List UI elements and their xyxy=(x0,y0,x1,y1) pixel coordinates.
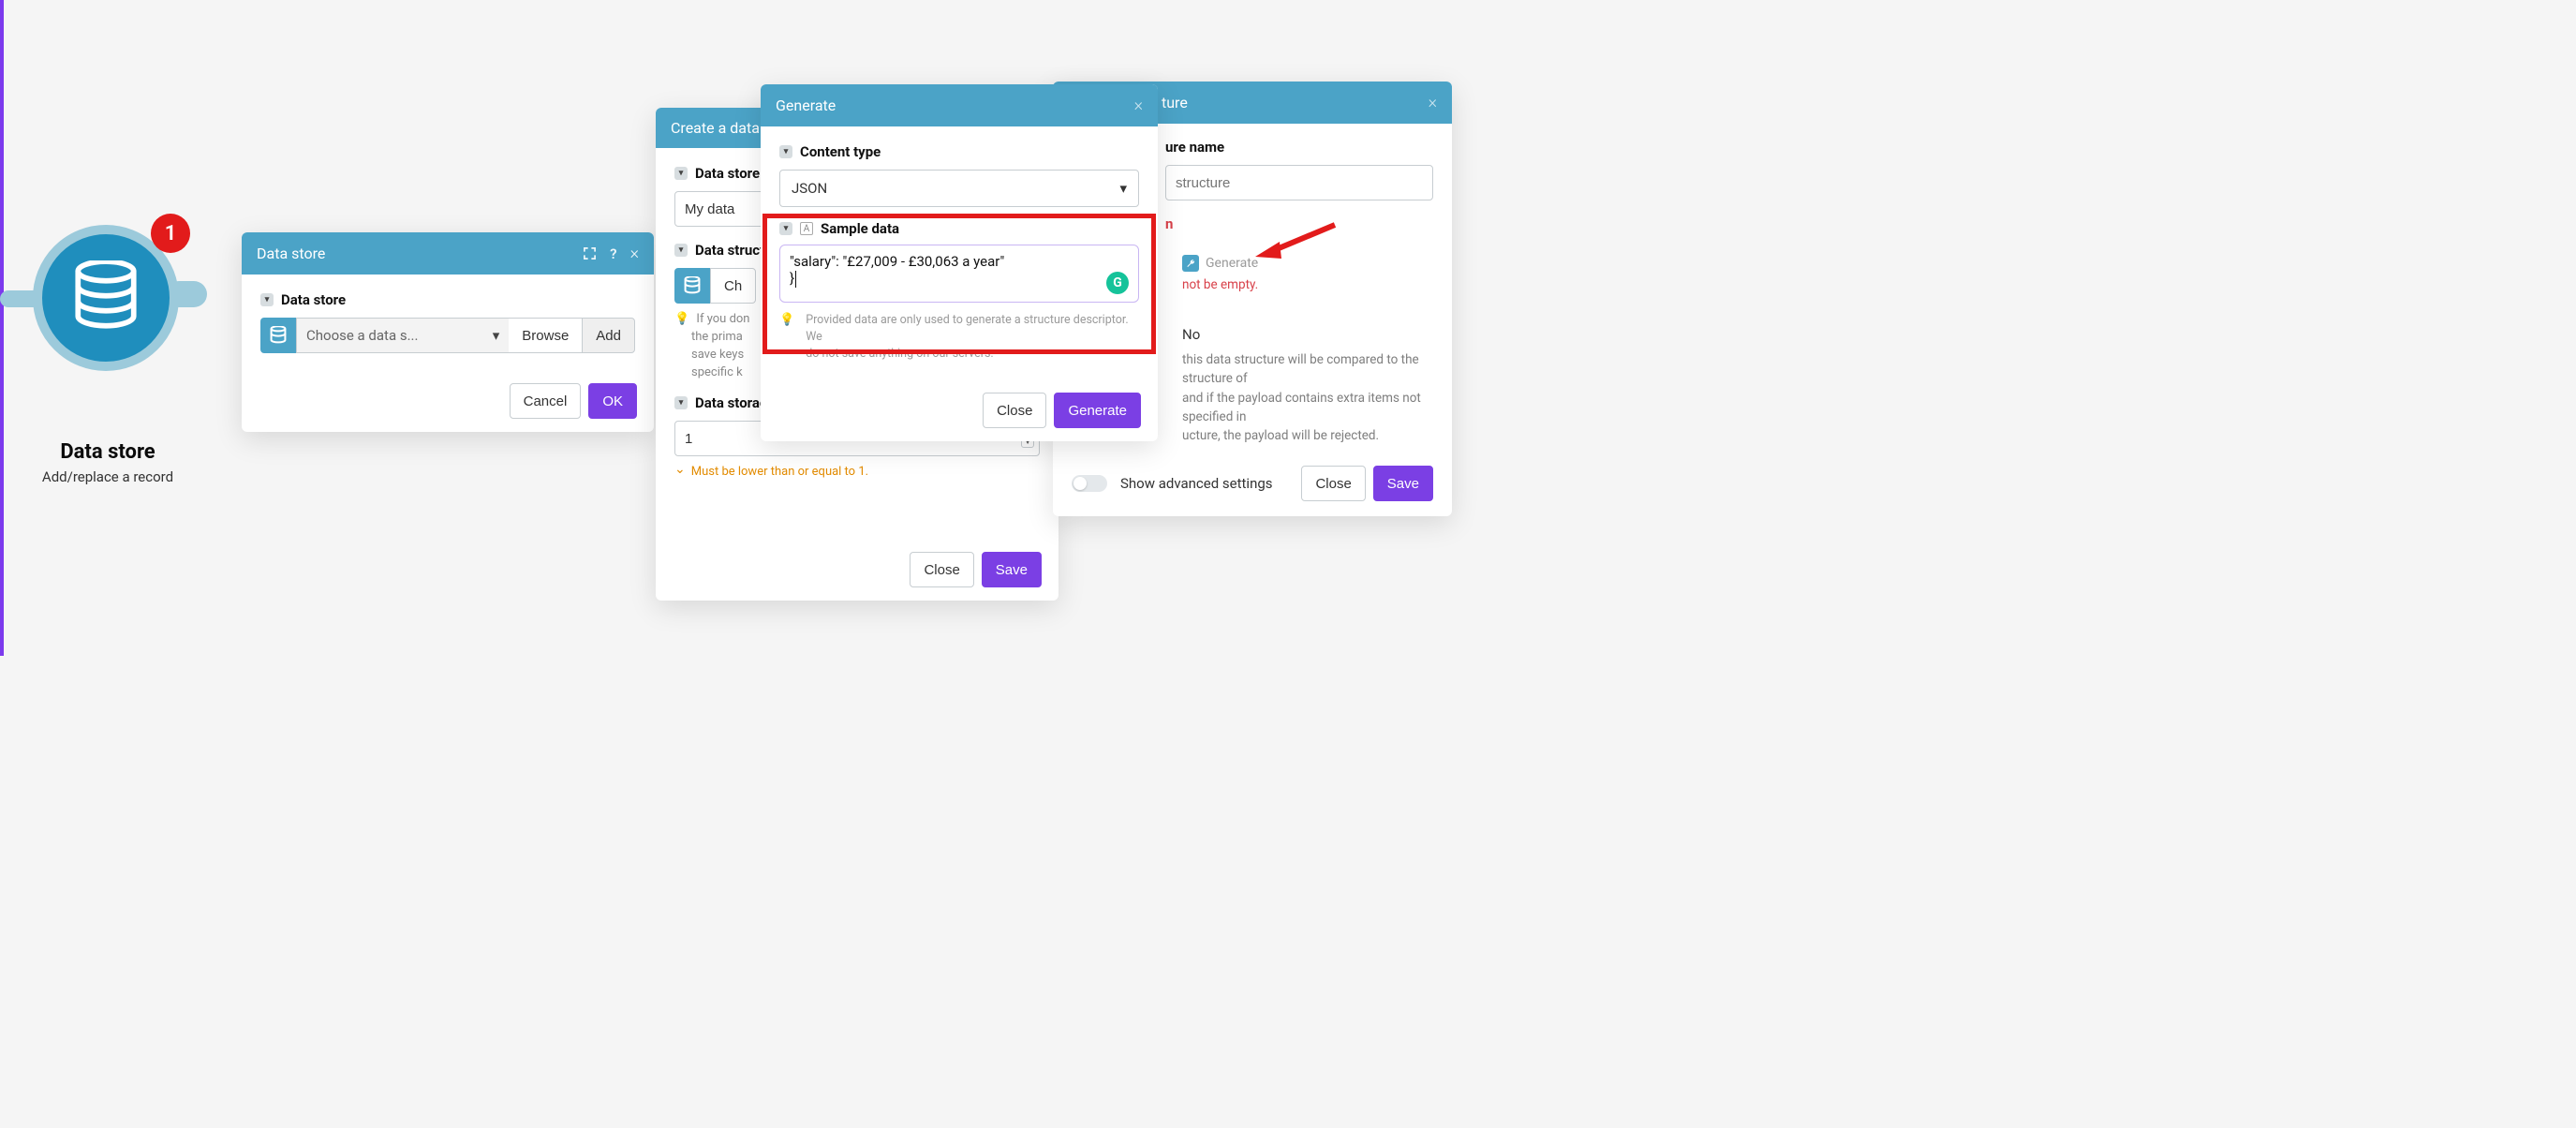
database-icon xyxy=(260,318,296,353)
wrench-icon xyxy=(1182,255,1199,272)
canvas-left-edge xyxy=(0,0,4,656)
ok-button[interactable]: OK xyxy=(588,383,637,419)
add-button[interactable]: Add xyxy=(582,318,635,353)
close-button[interactable]: Close xyxy=(983,393,1046,428)
generate-button[interactable]: Generate xyxy=(1054,393,1141,428)
advanced-settings-toggle[interactable] xyxy=(1072,475,1107,492)
close-icon[interactable]: × xyxy=(1134,96,1143,115)
content-type-select[interactable]: JSON ▾ xyxy=(779,170,1139,207)
close-button[interactable]: Close xyxy=(910,552,973,587)
datastore-dropdown[interactable]: Choose a data s... ▾ xyxy=(296,318,509,353)
choose-structure-button[interactable]: Ch xyxy=(710,268,756,304)
panel-generate: Generate × ▾ Content type JSON ▾ ▾ A Sam… xyxy=(761,84,1158,441)
collapse-toggle[interactable]: ▾ xyxy=(674,244,688,257)
field-label-content-type: ▾ Content type xyxy=(779,143,1139,160)
node-title: Data store xyxy=(14,440,201,464)
panel-title: Generate xyxy=(776,96,836,114)
node-order-badge: 1 xyxy=(151,214,190,253)
text-mode-badge: A xyxy=(800,222,813,235)
lightbulb-icon: 💡 xyxy=(674,312,689,326)
database-icon xyxy=(73,260,139,335)
field-label-sample-data: ▾ A Sample data xyxy=(779,220,1139,237)
panel-datastore-config: Data store ? × ▾ Data store Choose a dat… xyxy=(242,232,654,432)
datastore-selector: Choose a data s... ▾ Browse Add xyxy=(260,318,635,353)
panel-title: Create a data xyxy=(671,119,760,137)
collapse-toggle[interactable]: ▾ xyxy=(779,145,792,158)
node-subtitle: Add/replace a record xyxy=(14,468,201,485)
database-icon xyxy=(674,268,710,304)
scenario-node-datastore[interactable]: 1 Data store Add/replace a record xyxy=(33,225,179,371)
storage-warning: Must be lower than or equal to 1. xyxy=(674,464,1040,479)
advanced-settings-label: Show advanced settings xyxy=(1120,475,1273,492)
collapse-toggle[interactable]: ▾ xyxy=(260,293,274,306)
sample-data-textarea[interactable]: "salary": "£27,009 - £30,063 a year" } G xyxy=(779,245,1139,303)
lightbulb-icon: 💡 xyxy=(779,312,794,363)
cancel-button[interactable]: Cancel xyxy=(510,383,582,419)
panel-header: Data store ? × xyxy=(242,232,654,275)
save-button[interactable]: Save xyxy=(982,552,1042,587)
collapse-toggle[interactable]: ▾ xyxy=(674,396,688,409)
expand-icon[interactable] xyxy=(583,246,597,260)
annotation-arrow xyxy=(1255,217,1340,260)
panel-header: Generate × xyxy=(761,84,1158,126)
browse-button[interactable]: Browse xyxy=(509,318,582,353)
save-button[interactable]: Save xyxy=(1373,466,1433,501)
collapse-toggle[interactable]: ▾ xyxy=(779,222,792,235)
close-icon[interactable]: × xyxy=(1429,93,1437,112)
close-button[interactable]: Close xyxy=(1301,466,1365,501)
close-icon[interactable]: × xyxy=(630,244,639,263)
panel-title: Data store xyxy=(257,245,325,262)
field-label-datastore: ▾ Data store xyxy=(260,291,635,308)
help-icon[interactable]: ? xyxy=(610,245,616,262)
grammarly-icon[interactable]: G xyxy=(1106,272,1129,294)
caret-down-icon: ▾ xyxy=(1119,180,1127,197)
sample-data-hint: 💡 Provided data are only used to generat… xyxy=(779,312,1139,363)
caret-down-icon: ▾ xyxy=(493,327,500,344)
collapse-toggle[interactable]: ▾ xyxy=(674,167,688,180)
structure-name-input[interactable] xyxy=(1165,165,1433,200)
